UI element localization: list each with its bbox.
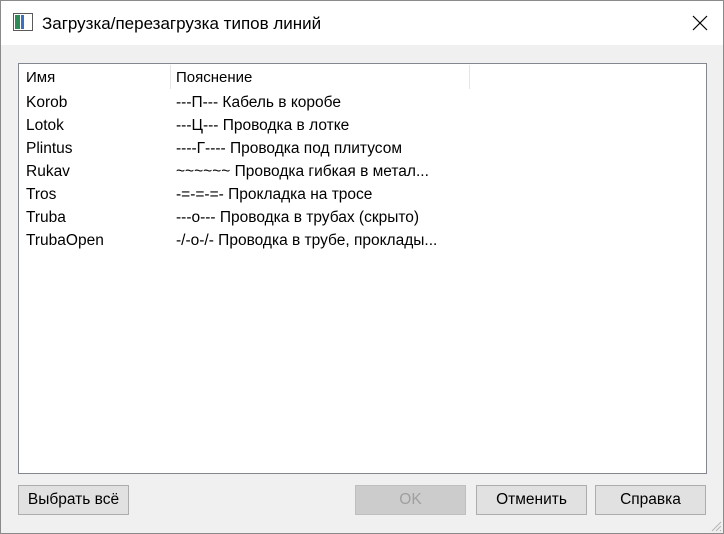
list-item[interactable]: Rukav ~~~~~~ Проводка гибкая в метал...	[19, 160, 706, 183]
list-item[interactable]: Korob ---П--- Кабель в коробе	[19, 91, 706, 114]
linetype-description: ---П--- Кабель в коробе	[176, 94, 341, 111]
linetype-name: Tros	[26, 186, 57, 203]
close-icon	[692, 15, 708, 31]
linetype-description: ----Г---- Проводка под плитусом	[176, 140, 402, 157]
list-header: Имя Пояснение	[19, 64, 706, 90]
list-item[interactable]: Lotok ---Ц--- Проводка в лотке	[19, 114, 706, 137]
window-title: Загрузка/перезагрузка типов линий	[42, 14, 322, 33]
linetype-description: ~~~~~~ Проводка гибкая в метал...	[176, 163, 429, 180]
list-item[interactable]: Truba ---о--- Проводка в трубах (скрыто)	[19, 206, 706, 229]
column-divider[interactable]	[170, 65, 171, 89]
linetype-name: Rukav	[26, 163, 70, 180]
app-window-icon	[13, 13, 33, 31]
close-button[interactable]	[677, 1, 723, 45]
linetype-description: -/-о-/- Проводка в трубе, проклады...	[176, 232, 438, 249]
linetype-description: -=-=-=- Прокладка на тросе	[176, 186, 373, 203]
ok-button[interactable]: OK	[355, 485, 466, 515]
linetype-name: TrubaOpen	[26, 232, 104, 249]
select-all-button[interactable]: Выбрать всё	[18, 485, 129, 515]
linetype-name: Truba	[26, 209, 66, 226]
column-divider[interactable]	[469, 65, 470, 89]
dialog-window: Загрузка/перезагрузка типов линий Имя По…	[0, 0, 724, 534]
linetype-list[interactable]: Имя Пояснение Korob ---П--- Кабель в кор…	[18, 63, 707, 474]
help-button[interactable]: Справка	[595, 485, 706, 515]
title-bar[interactable]: Загрузка/перезагрузка типов линий	[1, 1, 723, 45]
linetype-name: Lotok	[26, 117, 64, 134]
list-item[interactable]: TrubaOpen -/-о-/- Проводка в трубе, прок…	[19, 229, 706, 252]
resize-grip-icon[interactable]	[710, 520, 722, 532]
list-item[interactable]: Tros -=-=-=- Прокладка на тросе	[19, 183, 706, 206]
cancel-button[interactable]: Отменить	[476, 485, 587, 515]
list-item[interactable]: Plintus ----Г---- Проводка под плитусом	[19, 137, 706, 160]
linetype-name: Plintus	[26, 140, 73, 157]
column-header-description[interactable]: Пояснение	[176, 64, 252, 90]
linetype-description: ---Ц--- Проводка в лотке	[176, 117, 350, 134]
linetype-name: Korob	[26, 94, 68, 111]
linetype-description: ---о--- Проводка в трубах (скрыто)	[176, 209, 420, 226]
column-header-name[interactable]: Имя	[26, 64, 55, 90]
